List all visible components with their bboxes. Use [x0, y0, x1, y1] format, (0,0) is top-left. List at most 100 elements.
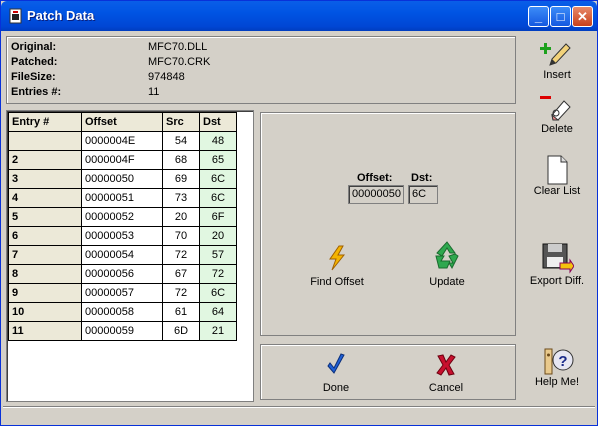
blank-page-icon [547, 155, 568, 185]
src-cell[interactable]: 68 [162, 150, 200, 170]
offset-cell[interactable]: 00000051 [81, 188, 163, 208]
filesize-value: 974848 [148, 71, 185, 83]
src-cell[interactable]: 6D [162, 321, 200, 341]
dialog-actions-panel: Done Cancel [260, 344, 516, 400]
src-cell[interactable]: 70 [162, 226, 200, 246]
table-row[interactable]: 2 0000004F 68 65 [8, 150, 237, 170]
table-row[interactable]: 4 00000051 73 6C [8, 188, 237, 208]
entries-table: Entry # Offset Src Dst 0000004E 54 48 2 000… [8, 112, 237, 341]
help-button[interactable]: ? Help Me! [522, 346, 592, 388]
offset-cell[interactable]: 00000054 [81, 245, 163, 265]
col-header-offset[interactable]: Offset [81, 112, 163, 132]
dst-cell[interactable]: 21 [199, 321, 237, 341]
dst-cell[interactable]: 20 [199, 226, 237, 246]
entries-value: 11 [148, 86, 160, 98]
insert-button[interactable]: Insert [522, 39, 592, 81]
export-diff-button[interactable]: Export Diff. [522, 241, 592, 287]
dst-cell[interactable]: 48 [199, 131, 237, 151]
export-diff-label: Export Diff. [529, 275, 585, 287]
offset-cell[interactable]: 00000050 [81, 169, 163, 189]
table-row[interactable]: 5 00000052 20 6F [8, 207, 237, 227]
done-button[interactable]: Done [309, 353, 363, 394]
patch-data-window: Patch Data _ □ ✕ Original: MFC70.DLL Pat… [0, 0, 598, 426]
dst-cell[interactable]: 57 [199, 245, 237, 265]
src-cell[interactable]: 20 [162, 207, 200, 227]
filesize-label: FileSize: [11, 71, 56, 83]
entry-cell: 7 [8, 245, 82, 265]
dst-cell[interactable]: 64 [199, 302, 237, 322]
src-cell[interactable]: 54 [162, 131, 200, 151]
recycle-icon [435, 241, 459, 270]
maximize-button[interactable]: □ [550, 6, 571, 27]
entry-cell: 2 [8, 150, 82, 170]
title-bar[interactable]: Patch Data _ □ ✕ [1, 1, 597, 31]
offset-cell[interactable]: 00000058 [81, 302, 163, 322]
entry-cell: 9 [8, 283, 82, 303]
red-x-icon [436, 354, 456, 376]
help-label: Help Me! [534, 376, 580, 388]
table-row[interactable]: 9 00000057 72 6C [8, 283, 237, 303]
close-button[interactable]: ✕ [572, 6, 593, 27]
table-row[interactable]: 11 00000059 6D 21 [8, 321, 237, 341]
checkmark-icon [327, 353, 345, 374]
dst-input[interactable]: 6C [408, 185, 438, 204]
col-header-src[interactable]: Src [162, 112, 200, 132]
src-cell[interactable]: 72 [162, 245, 200, 265]
patch-entries-grid[interactable]: Entry # Offset Src Dst 0000004E 54 48 2 000… [6, 110, 254, 402]
clear-list-button[interactable]: Clear List [522, 155, 592, 197]
offset-cell[interactable]: 00000057 [81, 283, 163, 303]
col-header-dst[interactable]: Dst [199, 112, 237, 132]
floppy-export-icon [542, 243, 574, 274]
entry-cell: 4 [8, 188, 82, 208]
src-cell[interactable]: 69 [162, 169, 200, 189]
table-row[interactable]: 10 00000058 61 64 [8, 302, 237, 322]
entry-cell: 11 [8, 321, 82, 341]
update-button[interactable]: Update [417, 239, 477, 288]
dst-cell[interactable]: 65 [199, 150, 237, 170]
table-header-row: Entry # Offset Src Dst [8, 112, 237, 132]
offset-cell[interactable]: 00000052 [81, 207, 163, 227]
offset-field-label: Offset: [357, 172, 393, 184]
delete-button[interactable]: Delete [522, 93, 592, 135]
svg-text:?: ? [558, 353, 567, 370]
col-header-entry[interactable]: Entry # [8, 112, 82, 132]
entry-cell: 5 [8, 207, 82, 227]
entry-cell: 10 [8, 302, 82, 322]
src-cell[interactable]: 61 [162, 302, 200, 322]
offset-cell[interactable]: 00000056 [81, 264, 163, 284]
cancel-button[interactable]: Cancel [419, 353, 473, 394]
entry-cell: 6 [8, 226, 82, 246]
offset-cell[interactable]: 00000059 [81, 321, 163, 341]
offset-cell[interactable]: 0000004F [81, 150, 163, 170]
offset-input[interactable]: 00000050 [348, 185, 404, 204]
src-cell[interactable]: 72 [162, 283, 200, 303]
src-cell[interactable]: 67 [162, 264, 200, 284]
cancel-label: Cancel [428, 382, 464, 394]
table-row-selected[interactable]: 3 00000050 69 6C [8, 169, 237, 189]
insert-pencil-icon [540, 43, 571, 66]
offset-cell[interactable]: 0000004E [81, 131, 163, 151]
dst-cell[interactable]: 6F [199, 207, 237, 227]
dst-cell[interactable]: 6C [199, 188, 237, 208]
table-row[interactable]: 0000004E 54 48 [8, 131, 237, 151]
patched-value: MFC70.CRK [148, 56, 211, 68]
delete-eraser-icon [540, 96, 571, 121]
window-title: Patch Data [27, 8, 95, 23]
dst-cell[interactable]: 6C [199, 169, 237, 189]
offset-cell[interactable]: 00000053 [81, 226, 163, 246]
minimize-button[interactable]: _ [528, 6, 549, 27]
done-label: Done [322, 382, 350, 394]
dst-cell[interactable]: 6C [199, 283, 237, 303]
src-cell[interactable]: 73 [162, 188, 200, 208]
dst-field-label: Dst: [411, 172, 433, 184]
app-icon [9, 8, 22, 24]
find-offset-button[interactable]: Find Offset [305, 245, 369, 288]
table-row[interactable]: 7 00000054 72 57 [8, 245, 237, 265]
entry-cell [8, 131, 82, 151]
patched-label: Patched: [11, 56, 58, 68]
dst-cell[interactable]: 72 [199, 264, 237, 284]
table-row[interactable]: 6 00000053 70 20 [8, 226, 237, 246]
entry-editor-panel: Offset: Dst: 00000050 6C Find Offset Upd… [260, 112, 516, 336]
table-row[interactable]: 8 00000056 67 72 [8, 264, 237, 284]
original-value: MFC70.DLL [148, 41, 208, 53]
